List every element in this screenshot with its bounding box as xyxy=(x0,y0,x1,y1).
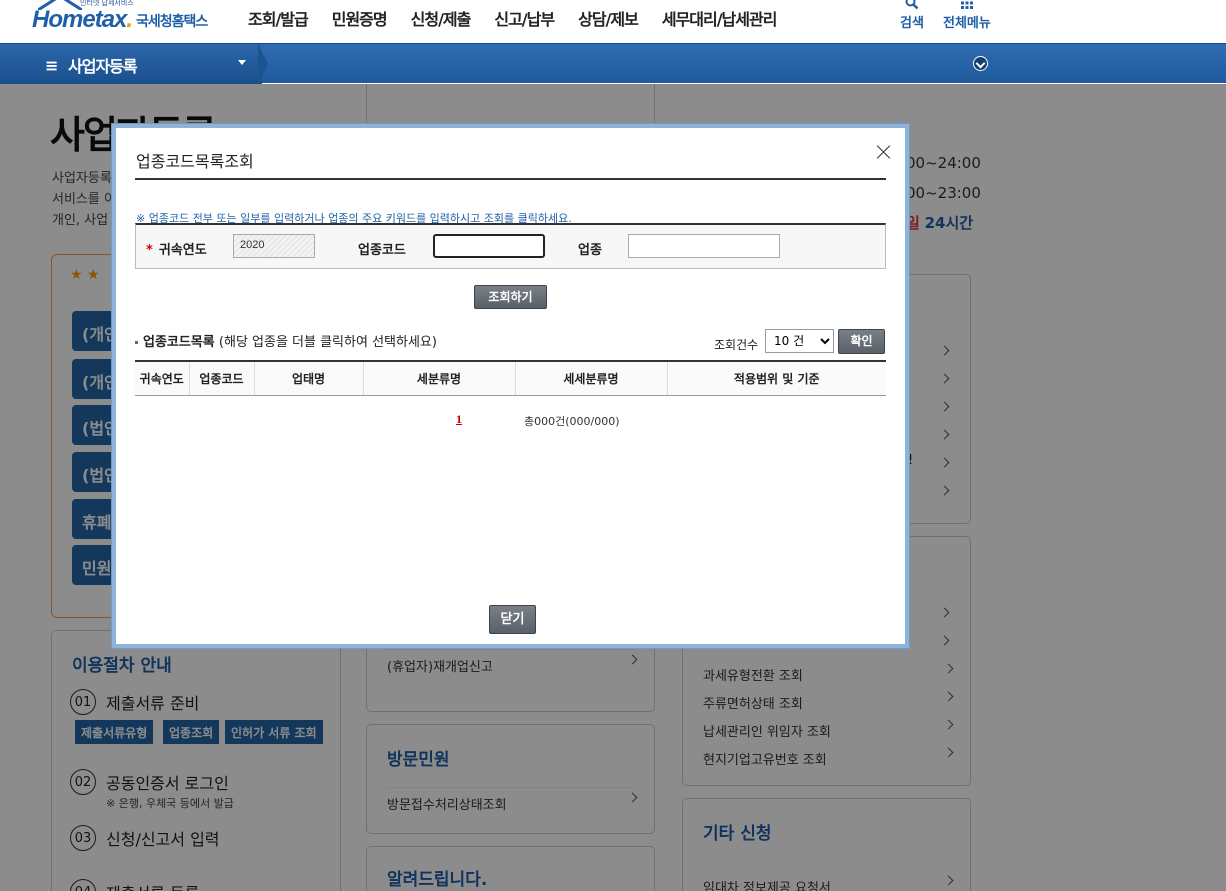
list-header: 업종코드목록 (해당 업종을 더블 클릭하여 선택하세요) xyxy=(135,331,437,350)
industry-code-input[interactable] xyxy=(433,234,545,258)
col-business-type: 업태명 xyxy=(254,361,364,396)
industry-code-modal: 업종코드목록조회 ※ 업종코드 전부 또는 일부를 입력하거나 업종의 주요 키… xyxy=(112,124,909,648)
gnb-item-apply[interactable]: 신청/제출 xyxy=(411,6,472,30)
search-button[interactable]: 검색 xyxy=(900,0,924,31)
grid-menu-icon xyxy=(960,1,973,9)
total-count: 총000건(000/000) xyxy=(524,415,620,428)
gnb-item-consult[interactable]: 상담/제보 xyxy=(578,6,639,30)
gnb-item-agent[interactable]: 세무대리/납세관리 xyxy=(662,6,778,30)
all-menu-button[interactable]: 전체메뉴 xyxy=(943,0,991,31)
section-navbar: ≡ 사업자등록 xyxy=(0,43,1226,84)
count-label: 조회건수 xyxy=(714,338,759,352)
all-menu-label: 전체메뉴 xyxy=(943,16,991,31)
year-field: 2020 xyxy=(233,234,315,258)
year-label: * 귀속연도 xyxy=(146,243,207,258)
hometax-logo[interactable]: 인터넷 납세서비스 Hometax. 국세청홈택스 xyxy=(30,0,215,40)
search-icon xyxy=(905,0,919,10)
gnb-item-inquiry[interactable]: 조회/발급 xyxy=(248,6,309,30)
chevron-down-circle-icon[interactable] xyxy=(973,56,988,71)
close-icon[interactable] xyxy=(876,144,892,160)
gnb-item-certificate[interactable]: 민원증명 xyxy=(332,6,388,30)
industry-label: 업종 xyxy=(578,243,602,258)
title-divider xyxy=(135,178,886,180)
modal-title: 업종코드목록조회 xyxy=(136,152,254,171)
col-code: 업종코드 xyxy=(189,361,255,396)
section-title: 사업자등록 xyxy=(68,57,138,76)
search-label: 검색 xyxy=(900,16,924,31)
section-selector-arrow xyxy=(258,44,268,84)
industry-code-table: 귀속연도 업종코드 업태명 세분류명 세세분류명 적용범위 및 기준 xyxy=(135,360,886,396)
col-detail-category: 세세분류명 xyxy=(515,361,668,396)
col-year: 귀속연도 xyxy=(135,361,190,396)
logo-wordmark: Hometax. xyxy=(32,6,133,33)
table-header-row: 귀속연도 업종코드 업태명 세분류명 세세분류명 적용범위 및 기준 xyxy=(135,361,886,396)
code-label: 업종코드 xyxy=(358,243,406,258)
col-subcategory: 세분류명 xyxy=(363,361,516,396)
logo-korean-name: 국세청홈택스 xyxy=(136,14,208,30)
global-nav: 조회/발급 민원증명 신청/제출 신고/납부 상담/제보 세무대리/납세관리 xyxy=(236,6,788,30)
caret-down-icon xyxy=(238,60,246,65)
result-count-select[interactable]: 10 건 xyxy=(765,329,834,353)
industry-name-input[interactable] xyxy=(628,234,780,258)
search-form: * 귀속연도 2020 업종코드 업종 xyxy=(135,223,886,269)
page-number[interactable]: 1 xyxy=(456,412,462,427)
confirm-button[interactable]: 확인 xyxy=(838,329,885,354)
col-scope: 적용범위 및 기준 xyxy=(667,361,886,396)
close-button[interactable]: 닫기 xyxy=(489,605,536,634)
top-header: 인터넷 납세서비스 Hometax. 국세청홈택스 조회/발급 민원증명 신청/… xyxy=(0,0,1226,43)
gnb-item-report-pay[interactable]: 신고/납부 xyxy=(494,6,555,30)
search-submit-button[interactable]: 조회하기 xyxy=(474,285,547,309)
hamburger-icon: ≡ xyxy=(45,56,59,75)
